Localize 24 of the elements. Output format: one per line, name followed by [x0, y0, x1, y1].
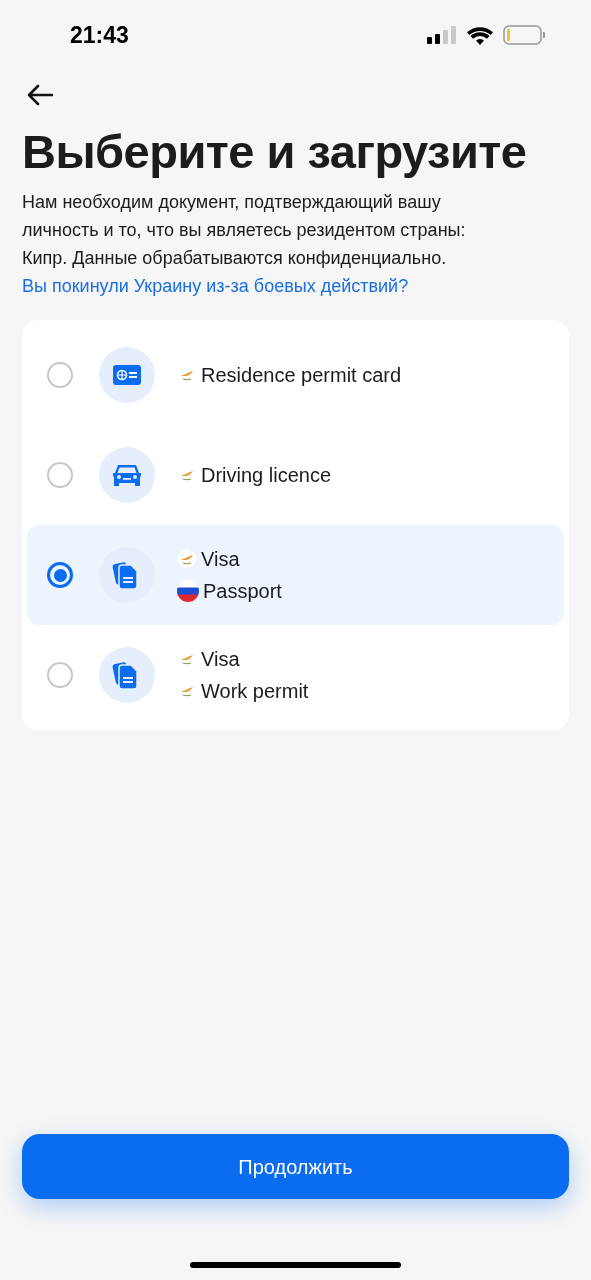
car-icon: [111, 462, 143, 488]
document-name: Visa: [201, 647, 240, 672]
wifi-icon: [467, 25, 493, 45]
document-name: Work permit: [201, 679, 309, 704]
status-time: 21:43: [70, 20, 129, 50]
page-title: Выберите и загрузите: [22, 126, 528, 178]
radio-button[interactable]: [47, 462, 73, 488]
flag-icon: [177, 580, 199, 602]
flag-icon: [177, 549, 197, 569]
document-name: Visa: [201, 547, 240, 572]
document-option[interactable]: Visa Passport: [27, 525, 564, 625]
radio-button[interactable]: [47, 562, 73, 588]
signal-icon: [427, 26, 457, 44]
back-arrow-icon: [27, 84, 53, 106]
radio-button[interactable]: [47, 362, 73, 388]
radio-button[interactable]: [47, 662, 73, 688]
ukraine-link[interactable]: Вы покинули Украину из-за боевых действий?: [22, 272, 569, 300]
document-name: Residence permit card: [201, 363, 402, 388]
document-name: Driving licence: [201, 463, 332, 488]
id-card-icon: [113, 365, 141, 385]
continue-button[interactable]: Продолжить: [22, 1134, 569, 1199]
description-text: Нам необходим документ, подтверждающий вашу личность и то, что вы являетесь резидентом страны: Кипр. Данные обрабатываются конфиденциально.: [22, 191, 467, 270]
battery-icon: [503, 25, 545, 45]
document-name: Passport: [203, 579, 282, 604]
